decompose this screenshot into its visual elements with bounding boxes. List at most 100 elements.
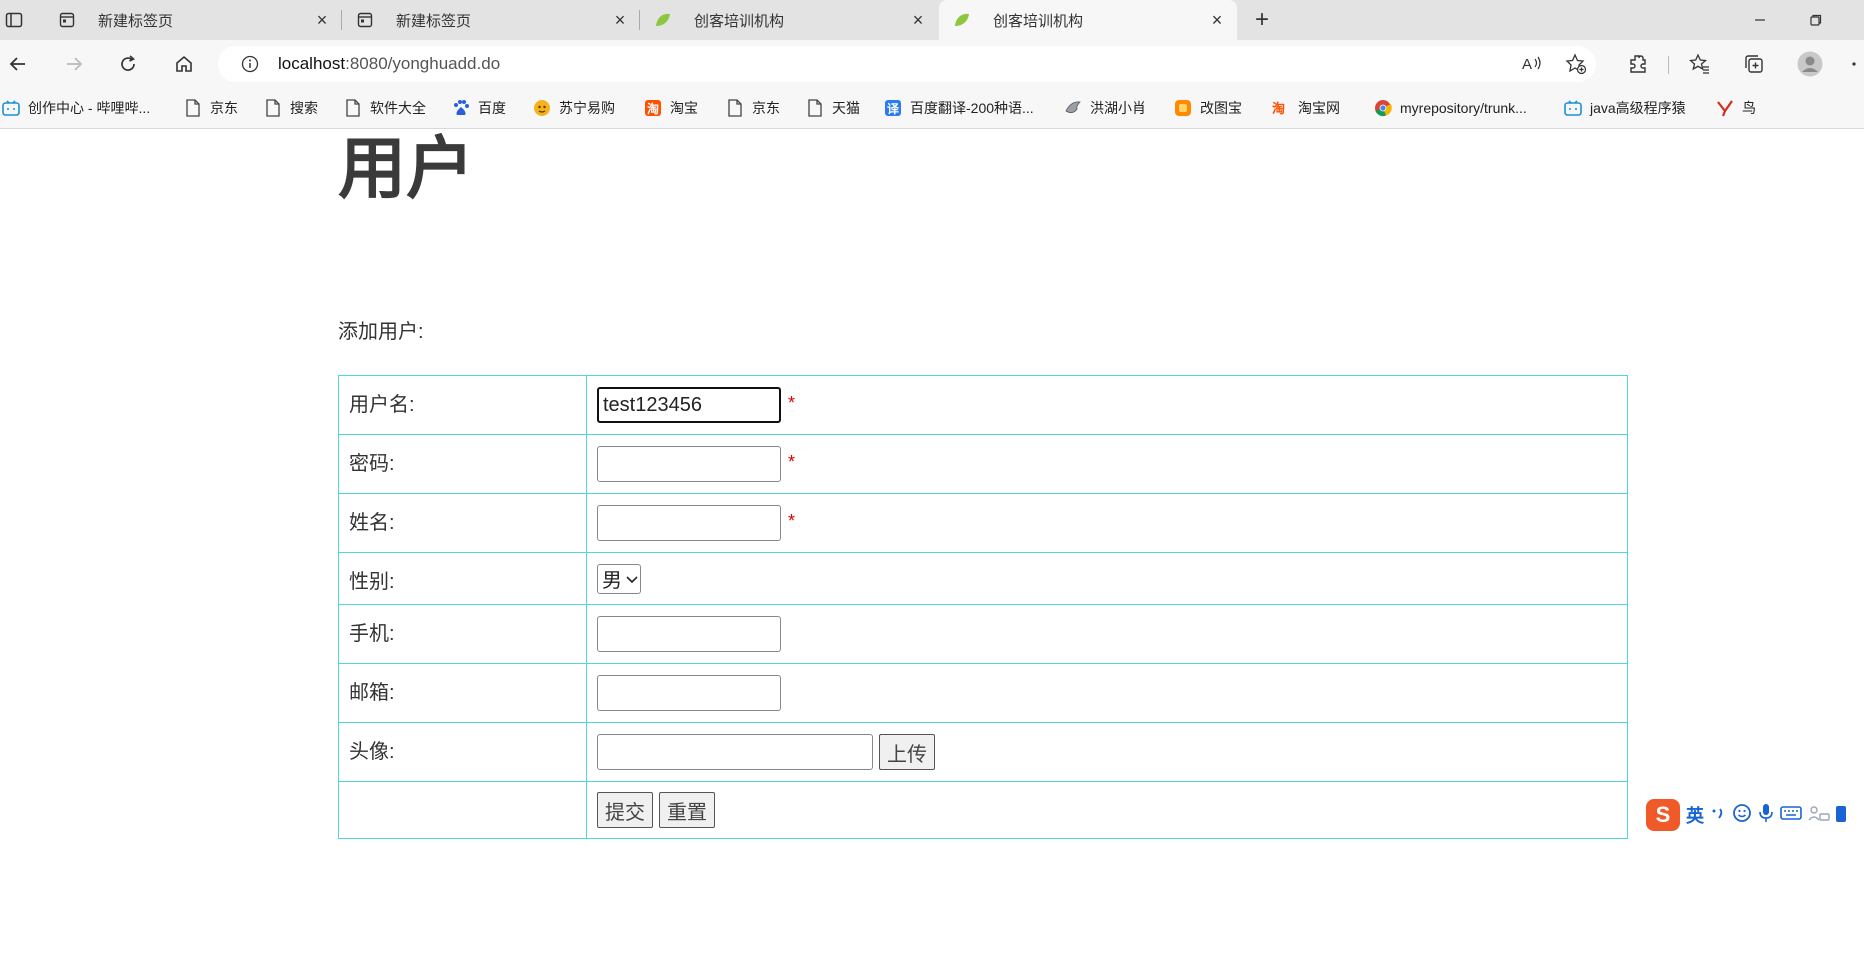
gaitubao-icon (1174, 99, 1192, 117)
bookmark-baidu[interactable]: 百度 (452, 96, 506, 120)
chrome-icon (1374, 99, 1392, 117)
form-row-username: 用户名: * (338, 375, 1628, 435)
bilibili-icon (1564, 99, 1582, 117)
page-icon (726, 99, 744, 117)
username-label: 用户名: (338, 375, 587, 435)
email-label: 邮箱: (338, 663, 587, 723)
taobao-icon: 淘 (1272, 99, 1290, 117)
phone-input[interactable] (597, 616, 781, 652)
section-label: 添加用户: (338, 321, 424, 343)
page-icon (264, 99, 282, 117)
password-input[interactable] (597, 446, 781, 482)
avatar-path-input[interactable] (597, 734, 873, 770)
page-icon (58, 11, 76, 29)
bookmark-honghu[interactable]: 洪湖小肖 (1064, 96, 1146, 120)
svg-text:A: A (1522, 56, 1532, 73)
username-input[interactable] (597, 387, 781, 423)
browser-toolbar: localhost:8080/yonghuadd.do A (0, 40, 1864, 88)
chevron-down-icon (626, 567, 638, 590)
form-row-phone: 手机: (338, 604, 1628, 664)
ime-mode[interactable]: 英 (1686, 802, 1704, 828)
bookmark-search[interactable]: 搜索 (264, 96, 318, 120)
keyboard-icon[interactable] (1780, 805, 1802, 826)
tab-4-active[interactable]: 创客培训机构 × (939, 0, 1237, 40)
close-icon[interactable]: × (910, 10, 926, 31)
avatar-label: 头像: (338, 722, 587, 782)
bookmark-bird[interactable]: 鸟 (1716, 96, 1756, 120)
new-tab-icon[interactable]: + (1248, 6, 1276, 34)
read-aloud-icon[interactable]: A (1518, 50, 1546, 78)
bookmark-jd-2[interactable]: 京东 (726, 96, 780, 120)
page-title: 用户 (338, 130, 475, 209)
sogou-ime-icon[interactable]: S (1646, 799, 1680, 831)
required-marker: * (788, 392, 796, 413)
bilibili-icon (2, 99, 20, 117)
tab-actions-icon[interactable] (0, 8, 28, 32)
submit-button[interactable]: 提交 (597, 792, 653, 828)
name-label: 姓名: (338, 493, 587, 553)
home-icon[interactable] (170, 50, 198, 78)
suning-icon (533, 99, 551, 117)
bookmark-java[interactable]: java高级程序猿 (1564, 96, 1686, 120)
more-menu-icon[interactable] (1846, 50, 1864, 78)
tab-2[interactable]: 新建标签页 × (342, 0, 640, 40)
gender-label: 性别: (338, 552, 587, 605)
bookmark-software[interactable]: 软件大全 (344, 96, 426, 120)
form-row-password: 密码: * (338, 434, 1628, 494)
required-marker: * (788, 510, 796, 531)
add-user-form: 用户名: * 密码: * 姓名: * 性别: 男 (338, 375, 1628, 839)
tab-1[interactable]: 新建标签页 × (44, 0, 342, 40)
form-row-gender: 性别: 男 (338, 552, 1628, 605)
bookmark-tmall[interactable]: 天猫 (806, 96, 860, 120)
form-row-actions: 提交 重置 (338, 781, 1628, 839)
bookmark-bilibili-creator[interactable]: 创作中心 - 哔哩哔... (2, 96, 150, 120)
upload-button[interactable]: 上传 (879, 734, 935, 770)
bookmarks-bar: 创作中心 - 哔哩哔... 京东 搜索 软件大全 百度 苏宁易购 淘 淘宝 京东… (0, 88, 1864, 129)
close-icon[interactable]: × (612, 10, 628, 31)
microphone-icon[interactable] (1758, 803, 1774, 828)
bookmark-jd[interactable]: 京东 (184, 96, 238, 120)
reset-button[interactable]: 重置 (659, 792, 715, 828)
password-label: 密码: (338, 434, 587, 494)
skin-icon[interactable] (1808, 805, 1830, 826)
url-text: localhost:8080/yonghuadd.do (278, 54, 501, 73)
favorites-icon[interactable] (1686, 50, 1714, 78)
bookmark-taobao[interactable]: 淘 淘宝 (644, 96, 698, 120)
punctuation-icon[interactable] (1710, 805, 1726, 826)
close-icon[interactable]: × (314, 10, 330, 31)
bookmark-taobao-net[interactable]: 淘 淘宝网 (1272, 96, 1340, 120)
restore-icon[interactable] (1796, 6, 1836, 34)
forward-icon[interactable] (60, 50, 88, 78)
page-icon (184, 99, 202, 117)
minimize-icon[interactable] (1740, 6, 1780, 34)
back-icon[interactable] (4, 50, 32, 78)
info-icon[interactable] (238, 52, 262, 76)
refresh-icon[interactable] (114, 50, 142, 78)
tab-title: 新建标签页 (98, 12, 174, 30)
required-marker: * (788, 451, 796, 472)
bookmark-myrepository[interactable]: myrepository/trunk... (1374, 96, 1527, 120)
bookmark-suning[interactable]: 苏宁易购 (533, 96, 615, 120)
form-row-avatar: 头像: 上传 (338, 722, 1628, 782)
name-input[interactable] (597, 505, 781, 541)
add-favorite-icon[interactable] (1562, 50, 1590, 78)
close-icon[interactable]: × (1209, 10, 1225, 31)
address-bar[interactable]: localhost:8080/yonghuadd.do (218, 46, 1596, 82)
bookmark-baidu-translate[interactable]: 译 百度翻译-200种语... (884, 96, 1034, 120)
leaf-icon (953, 11, 971, 29)
gender-select[interactable]: 男 (597, 563, 641, 594)
ime-toolbar[interactable]: S 英 (1646, 799, 1846, 831)
emoji-icon[interactable] (1732, 803, 1752, 828)
bird-icon (1064, 99, 1082, 117)
extensions-icon[interactable] (1624, 50, 1652, 78)
toolbox-icon[interactable] (1836, 803, 1846, 828)
bird-icon (1716, 99, 1734, 117)
tab-title: 新建标签页 (396, 12, 472, 30)
collections-icon[interactable] (1740, 50, 1768, 78)
bookmark-gaitubao[interactable]: 改图宝 (1174, 96, 1242, 120)
tab-3[interactable]: 创客培训机构 × (640, 0, 938, 40)
profile-avatar-icon[interactable] (1796, 50, 1824, 78)
page-content: 用户 添加用户: 用户名: * 密码: * 姓名: * 性别: (0, 129, 1864, 976)
page-icon (356, 11, 374, 29)
email-input[interactable] (597, 675, 781, 711)
